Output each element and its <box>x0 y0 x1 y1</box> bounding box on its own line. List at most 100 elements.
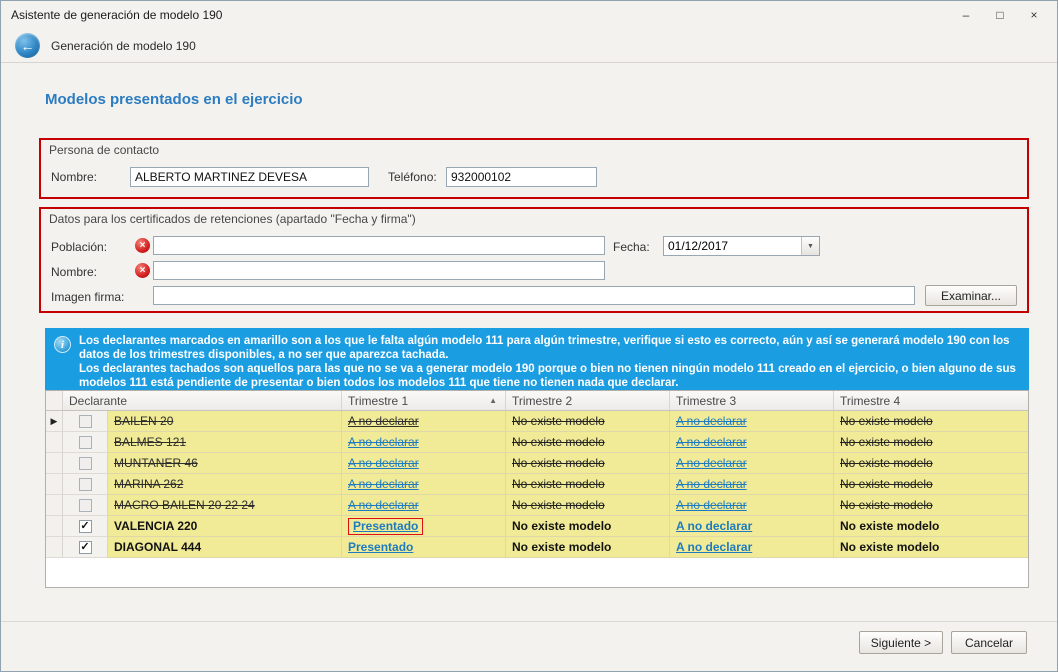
cell-trimestre3: A no declarar <box>670 411 834 432</box>
cell-trimestre3: A no declarar <box>670 495 834 516</box>
row-checkbox[interactable] <box>79 436 92 449</box>
poblacion-label: Población: <box>51 240 107 254</box>
poblacion-input[interactable] <box>153 236 605 255</box>
telefono-label: Teléfono: <box>388 170 437 184</box>
table-row[interactable]: MACRO BAILEN 20 22 24 A no declarar No e… <box>46 495 1028 516</box>
column-header-trimestre2[interactable]: Trimestre 2 <box>506 391 670 410</box>
row-select-cell: ✓ <box>63 537 108 558</box>
estado-link[interactable]: A no declarar <box>676 456 747 470</box>
declarantes-table: Declarante Trimestre 1 ▲ Trimestre 2 Tri… <box>45 390 1029 588</box>
cell-declarante: MARINA 262 <box>108 474 342 495</box>
telefono-input[interactable] <box>446 167 597 187</box>
cell-declarante: VALENCIA 220 <box>108 516 342 537</box>
footer-separator <box>1 621 1057 622</box>
fecha-dropdown-button[interactable]: ▼ <box>801 237 819 255</box>
minimize-icon[interactable]: – <box>957 7 975 23</box>
window-title: Asistente de generación de modelo 190 <box>11 8 957 22</box>
info-banner: i Los declarantes marcados en amarillo s… <box>45 328 1029 390</box>
cell-declarante: BAILEN 20 <box>108 411 342 432</box>
cell-trimestre3: A no declarar <box>670 453 834 474</box>
contact-group: Persona de contacto Nombre: Teléfono: <box>39 138 1029 199</box>
cell-declarante: DIAGONAL 444 <box>108 537 342 558</box>
estado-link[interactable]: A no declarar <box>676 435 747 449</box>
row-checkbox[interactable] <box>79 457 92 470</box>
nombre-input[interactable] <box>130 167 369 187</box>
cell-trimestre2: No existe modelo <box>506 411 670 432</box>
sort-asc-icon: ▲ <box>489 396 499 405</box>
table-header-row: Declarante Trimestre 1 ▲ Trimestre 2 Tri… <box>46 391 1028 411</box>
fecha-input[interactable] <box>664 237 801 255</box>
row-indicator-cell <box>46 495 63 516</box>
row-checkbox[interactable] <box>79 478 92 491</box>
imagen-firma-label: Imagen firma: <box>51 290 124 304</box>
cell-declarante: MACRO BAILEN 20 22 24 <box>108 495 342 516</box>
cell-trimestre2: No existe modelo <box>506 516 670 537</box>
estado-link[interactable]: A no declarar <box>676 540 752 554</box>
estado-link[interactable]: A no declarar <box>348 414 419 428</box>
cell-trimestre4: No existe modelo <box>834 474 1028 495</box>
estado-link[interactable]: A no declarar <box>348 498 419 512</box>
estado-link[interactable]: A no declarar <box>348 477 419 491</box>
imagen-firma-input[interactable] <box>153 286 915 305</box>
cell-trimestre2: No existe modelo <box>506 453 670 474</box>
fecha-combo: ▼ <box>663 236 820 256</box>
column-header-trimestre4[interactable]: Trimestre 4 <box>834 391 1028 410</box>
table-row[interactable]: MARINA 262 A no declarar No existe model… <box>46 474 1028 495</box>
estado-link[interactable]: A no declarar <box>676 498 747 512</box>
estado-link[interactable]: A no declarar <box>676 519 752 533</box>
certificados-group: Datos para los certificados de retencion… <box>39 207 1029 313</box>
row-checkbox-checked[interactable]: ✓ <box>79 520 92 533</box>
maximize-icon[interactable]: □ <box>991 7 1009 23</box>
row-checkbox-checked[interactable]: ✓ <box>79 541 92 554</box>
table-row[interactable]: BALMES 121 A no declarar No existe model… <box>46 432 1028 453</box>
contact-group-caption: Persona de contacto <box>49 143 159 157</box>
wizard-header: ← Generación de modelo 190 <box>1 29 1057 63</box>
wizard-header-title: Generación de modelo 190 <box>51 39 196 53</box>
table-row[interactable]: ▶ BAILEN 20 A no declarar No existe mode… <box>46 411 1028 432</box>
cell-trimestre1: A no declarar <box>342 495 506 516</box>
estado-link[interactable]: A no declarar <box>348 435 419 449</box>
cell-trimestre4: No existe modelo <box>834 411 1028 432</box>
table-row[interactable]: ✓ DIAGONAL 444 Presentado No existe mode… <box>46 537 1028 558</box>
info-banner-line2: Los declarantes tachados son aquellos pa… <box>79 362 1021 390</box>
siguiente-button[interactable]: Siguiente > <box>859 631 943 654</box>
back-button[interactable]: ← <box>15 33 40 58</box>
certificados-group-caption: Datos para los certificados de retencion… <box>49 212 416 226</box>
row-checkbox[interactable] <box>79 415 92 428</box>
window-controls: – □ × <box>957 7 1043 23</box>
page-title: Modelos presentados en el ejercicio <box>45 91 303 108</box>
presentado-link[interactable]: Presentado <box>348 540 413 554</box>
row-checkbox[interactable] <box>79 499 92 512</box>
nombre2-input[interactable] <box>153 261 605 280</box>
table-row[interactable]: ✓ VALENCIA 220 Presentado No existe mode… <box>46 516 1028 537</box>
estado-link[interactable]: A no declarar <box>676 477 747 491</box>
presentado-link-highlighted[interactable]: Presentado <box>348 518 423 535</box>
info-banner-line1: Los declarantes marcados en amarillo son… <box>79 334 1021 362</box>
cell-trimestre1: A no declarar <box>342 432 506 453</box>
close-icon[interactable]: × <box>1025 7 1043 23</box>
cell-trimestre4: No existe modelo <box>834 432 1028 453</box>
examinar-button[interactable]: Examinar... <box>925 285 1017 306</box>
info-icon: i <box>54 336 71 353</box>
column-header-trimestre1[interactable]: Trimestre 1 ▲ <box>342 391 506 410</box>
poblacion-error-icon: × <box>135 238 150 253</box>
nombre2-label: Nombre: <box>51 265 97 279</box>
wizard-window: Asistente de generación de modelo 190 – … <box>0 0 1058 672</box>
cell-trimestre1: Presentado <box>342 537 506 558</box>
cell-trimestre3: A no declarar <box>670 432 834 453</box>
column-header-declarante[interactable]: Declarante <box>63 391 342 410</box>
estado-link[interactable]: A no declarar <box>348 456 419 470</box>
row-select-cell <box>63 411 108 432</box>
estado-link[interactable]: A no declarar <box>676 414 747 428</box>
cell-trimestre2: No existe modelo <box>506 495 670 516</box>
row-indicator-cell <box>46 432 63 453</box>
cell-trimestre2: No existe modelo <box>506 537 670 558</box>
table-row[interactable]: MUNTANER 46 A no declarar No existe mode… <box>46 453 1028 474</box>
cell-trimestre3: A no declarar <box>670 516 834 537</box>
row-indicator-cell <box>46 453 63 474</box>
column-header-trimestre3[interactable]: Trimestre 3 <box>670 391 834 410</box>
row-select-cell <box>63 495 108 516</box>
chevron-down-icon: ▼ <box>807 243 814 250</box>
cancelar-button[interactable]: Cancelar <box>951 631 1027 654</box>
row-indicator-cell <box>46 474 63 495</box>
